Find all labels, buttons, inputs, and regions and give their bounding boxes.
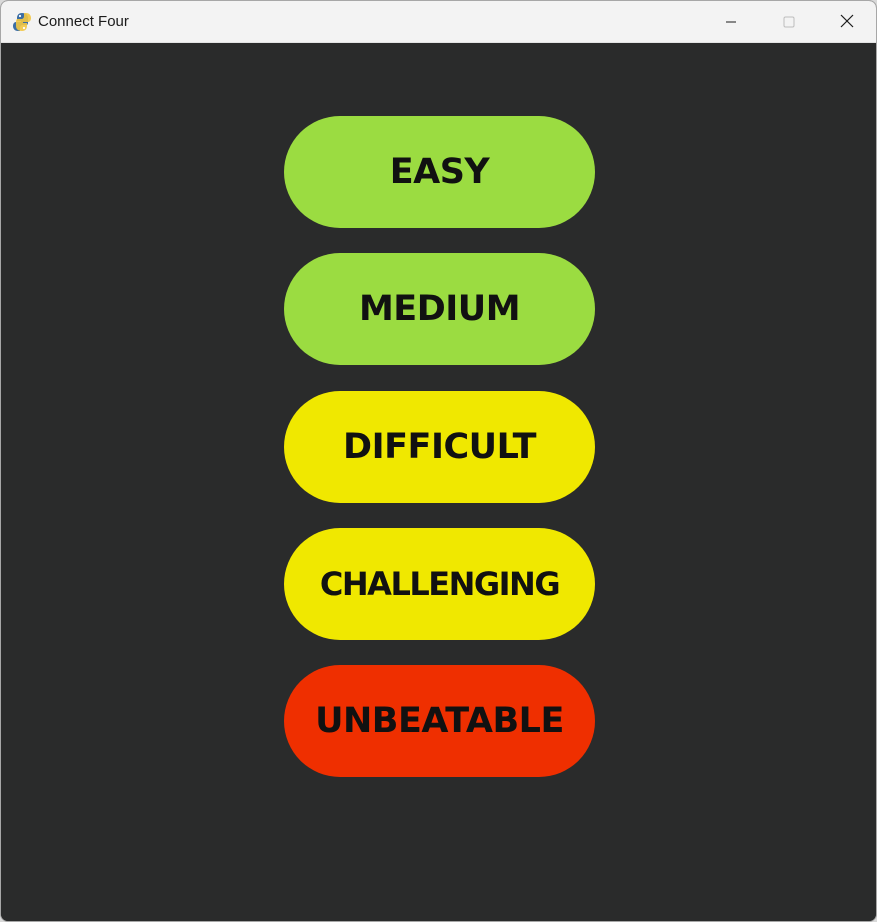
window-title: Connect Four bbox=[38, 13, 129, 30]
difficulty-menu: EASY MEDIUM DIFFICULT CHALLENGING UNBEAT… bbox=[1, 43, 876, 921]
maximize-icon bbox=[783, 13, 795, 32]
pygame-snake-icon bbox=[12, 12, 32, 32]
app-window: Connect Four EASY MEDIUM DIFFICULT CHALL… bbox=[0, 0, 877, 922]
challenging-button[interactable]: CHALLENGING bbox=[284, 528, 595, 640]
unbeatable-label: UNBEATABLE bbox=[315, 700, 564, 741]
difficult-button[interactable]: DIFFICULT bbox=[284, 391, 595, 503]
difficult-label: DIFFICULT bbox=[343, 426, 536, 467]
easy-button[interactable]: EASY bbox=[284, 116, 595, 228]
challenging-label: CHALLENGING bbox=[319, 565, 561, 603]
medium-label: MEDIUM bbox=[358, 288, 521, 329]
easy-label: EASY bbox=[389, 151, 490, 192]
medium-button[interactable]: MEDIUM bbox=[284, 253, 595, 365]
close-button[interactable] bbox=[818, 1, 876, 43]
minimize-button[interactable] bbox=[702, 1, 760, 43]
minimize-icon bbox=[725, 13, 737, 32]
unbeatable-button[interactable]: UNBEATABLE bbox=[284, 665, 595, 777]
close-icon bbox=[840, 13, 854, 32]
maximize-button[interactable] bbox=[760, 1, 818, 43]
title-bar[interactable]: Connect Four bbox=[1, 1, 876, 43]
